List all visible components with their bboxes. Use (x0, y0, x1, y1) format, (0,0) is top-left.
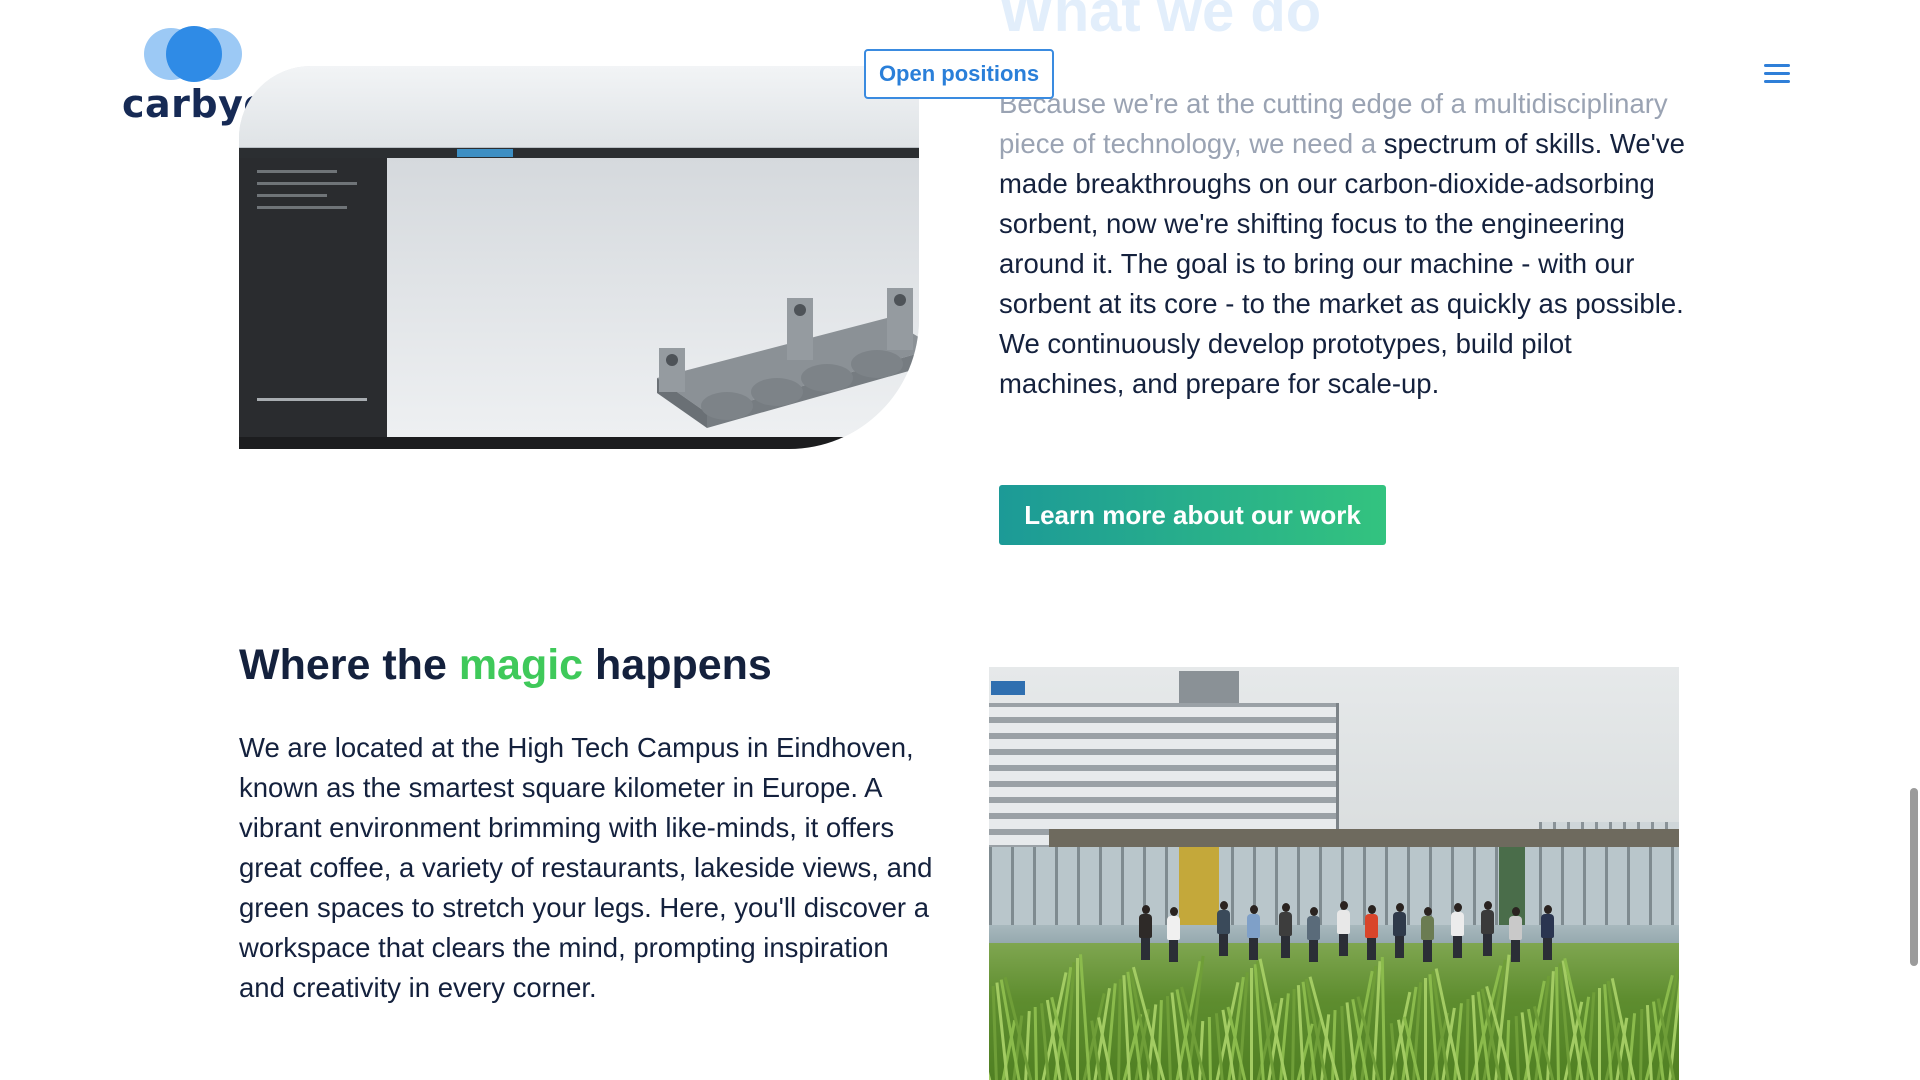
scrollbar-thumb[interactable] (1910, 788, 1918, 966)
logo-mark-icon (144, 26, 244, 82)
magic-heading-accent: magic (458, 641, 584, 689)
magic-heading: Where the magic happens (239, 641, 772, 690)
what-we-do-paragraph: Because we're at the cutting edge of a m… (999, 84, 1689, 404)
hamburger-menu-icon[interactable] (1764, 64, 1790, 84)
magic-heading-before: Where the (239, 641, 459, 689)
what-we-do-heading: What we do (999, 0, 1322, 44)
magic-heading-after: happens (583, 641, 772, 689)
campus-photo (989, 667, 1679, 1080)
learn-more-button[interactable]: Learn more about our work (999, 485, 1386, 545)
what-we-do-paragraph-body: spectrum of skills. We've made breakthro… (999, 128, 1685, 399)
magic-paragraph: We are located at the High Tech Campus i… (239, 732, 933, 1003)
cad-software-image (239, 66, 919, 449)
page-scrollbar[interactable] (1908, 0, 1920, 1080)
open-positions-button[interactable]: Open positions (864, 49, 1054, 99)
